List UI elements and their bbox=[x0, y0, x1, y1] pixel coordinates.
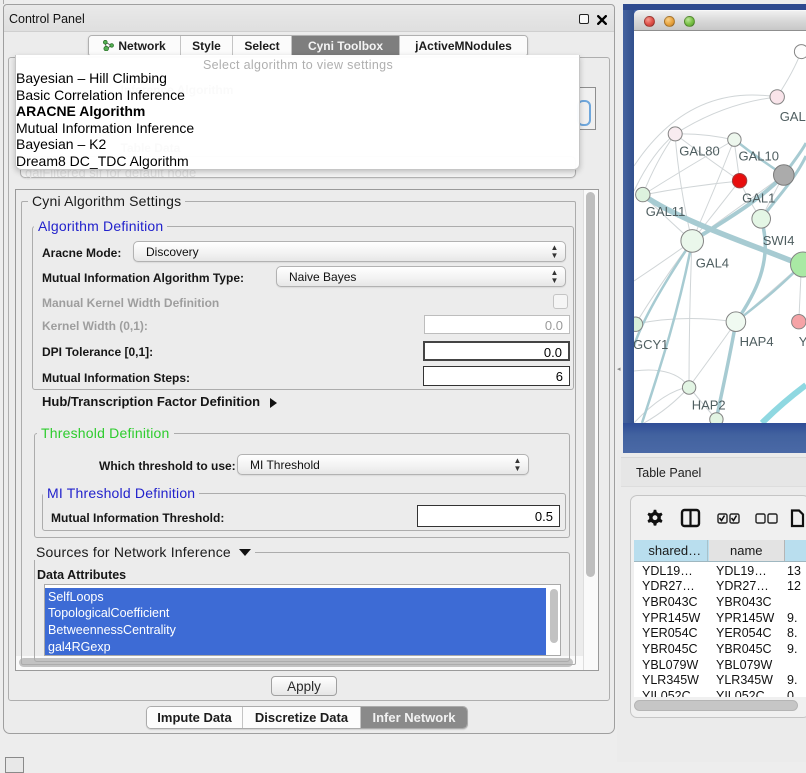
svg-text:GAL10: GAL10 bbox=[739, 149, 779, 164]
svg-text:GAL11: GAL11 bbox=[646, 204, 686, 219]
svg-text:GAL: GAL bbox=[780, 109, 806, 124]
svg-text:Y: Y bbox=[799, 334, 806, 349]
svg-text:HAP2: HAP2 bbox=[692, 398, 726, 413]
svg-text:GCY1: GCY1 bbox=[634, 337, 668, 352]
svg-text:GAL80: GAL80 bbox=[679, 144, 719, 159]
svg-text:HAP4: HAP4 bbox=[740, 334, 774, 349]
svg-text:SWI4: SWI4 bbox=[763, 233, 795, 248]
svg-text:GAL4: GAL4 bbox=[696, 256, 729, 271]
svg-text:GAL1: GAL1 bbox=[742, 190, 775, 205]
